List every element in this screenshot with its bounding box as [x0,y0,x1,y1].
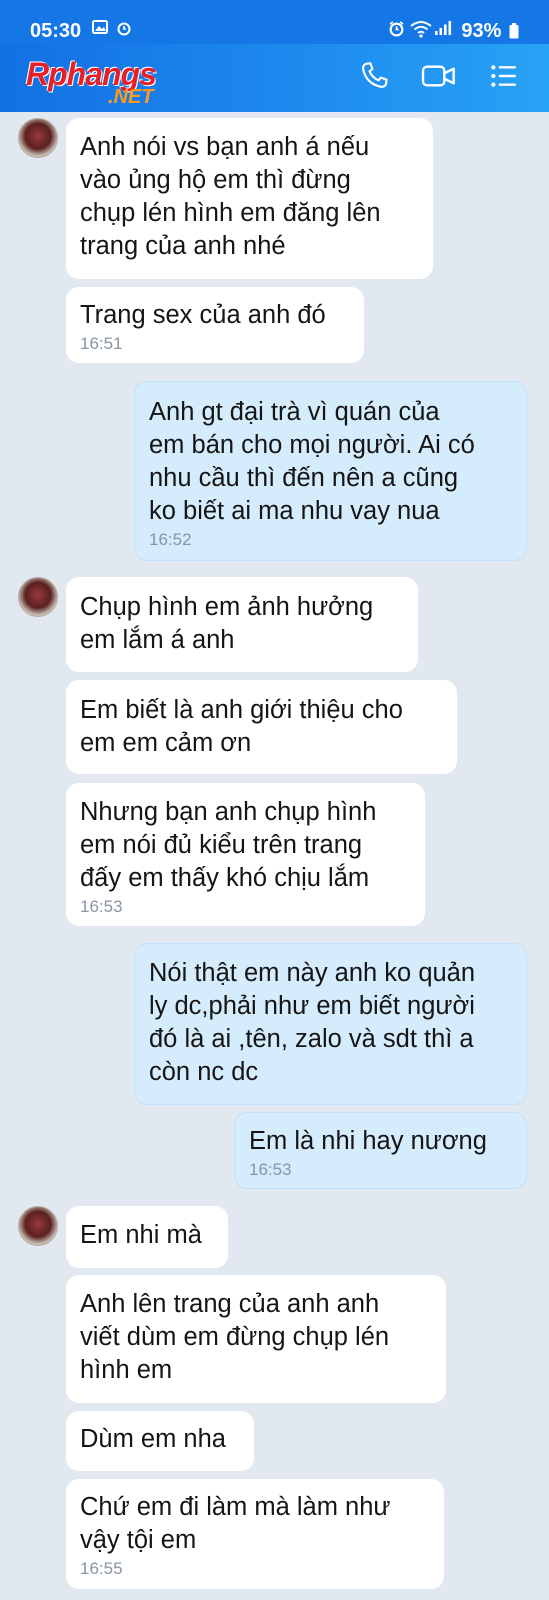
message-text: Anh gt đại trà vì quán của em bán cho mọ… [149,398,475,525]
message-text: Trang sex của anh đó [80,301,326,329]
status-bar: 05:30 93% [0,0,549,44]
message-text: Em nhi mà [80,1221,202,1249]
message-text: Anh lên trang của anh anh viết dùm em đừ… [80,1290,390,1384]
message-bubble[interactable]: Dùm em nha [66,1411,254,1471]
video-call-button[interactable] [420,60,460,96]
message-text: Nói thật em này anh ko quản ly dc,phải n… [149,959,476,1086]
message-bubble[interactable]: Chụp hình em ảnh hưởng em lắm á anh [66,577,418,672]
gallery-icon [92,20,108,39]
signal-icon [434,20,452,41]
message-bubble-sent[interactable]: Anh gt đại trà vì quán của em bán cho mọ… [134,381,527,561]
message-time: 16:55 [80,1559,123,1578]
battery-icon [509,23,519,39]
message-bubble[interactable]: Em biết là anh giới thiệu cho em em cảm … [66,680,457,774]
watermark-logo: Rphangs .NET [26,56,196,108]
phone-icon [361,62,388,88]
message-bubble[interactable]: Trang sex của anh đó 16:51 [66,287,364,363]
message-time: 16:53 [249,1160,292,1179]
call-button[interactable] [358,60,394,96]
message-bubble[interactable]: Chứ em đi làm mà làm như vậy tội em 16:5… [66,1479,444,1589]
message-text: Anh nói vs bạn anh á nếu vào ủng hộ em t… [80,133,381,260]
message-text: Nhưng bạn anh chụp hình em nói đủ kiểu t… [80,798,377,892]
message-bubble-sent[interactable]: Em là nhi hay nương 16:53 [234,1112,527,1189]
message-text: Em là nhi hay nương [249,1127,487,1155]
message-text: Dùm em nha [80,1425,226,1453]
message-bubble[interactable]: Em nhi mà [66,1206,228,1268]
message-bubble[interactable]: Anh lên trang của anh anh viết dùm em đừ… [66,1275,446,1403]
status-time: 05:30 [30,20,82,42]
contact-avatar[interactable] [18,577,58,617]
wifi-icon [410,20,432,43]
message-time: 16:51 [80,334,123,353]
chat-header: Rphangs .NET [0,44,549,112]
message-text: Chụp hình em ảnh hưởng em lắm á anh [80,593,374,654]
contact-avatar[interactable] [18,1206,58,1246]
contact-avatar[interactable] [18,118,58,158]
message-bubble[interactable]: Nhưng bạn anh chụp hình em nói đủ kiểu t… [66,783,425,926]
video-camera-icon [421,65,455,87]
message-time: 16:52 [149,530,192,549]
battery-level: 93% [461,20,502,42]
battery-indicator: 93% [461,20,519,43]
alarm-icon [388,20,405,42]
message-text: Em biết là anh giới thiệu cho em em cảm … [80,696,403,757]
message-time: 16:53 [80,897,123,916]
menu-button[interactable] [488,60,524,96]
alarm-status-icon [116,20,132,41]
message-bubble-sent[interactable]: Nói thật em này anh ko quản ly dc,phải n… [134,943,527,1105]
message-text: Chứ em đi làm mà làm như vậy tội em [80,1493,391,1554]
logo-sub: .NET [108,86,154,108]
message-bubble[interactable]: Anh nói vs bạn anh á nếu vào ủng hộ em t… [66,118,433,279]
list-menu-icon [491,65,516,87]
